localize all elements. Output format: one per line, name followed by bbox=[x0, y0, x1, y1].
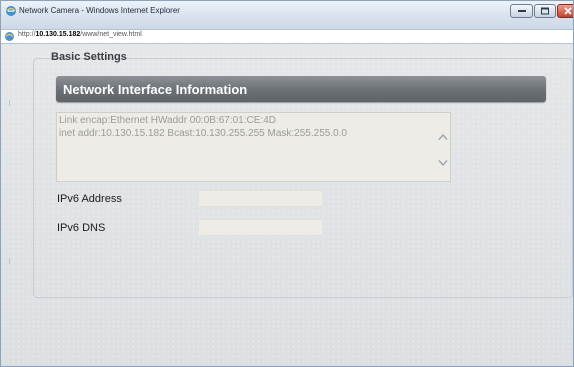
window-title: Network Camera - Windows Internet Explor… bbox=[19, 6, 180, 15]
browser-window: Network Camera - Windows Internet Explor… bbox=[0, 0, 574, 367]
maximize-button[interactable] bbox=[534, 4, 556, 18]
chevron-up-icon[interactable] bbox=[438, 133, 448, 141]
address-bar[interactable]: http://10.130.15.182/www/net_view.html bbox=[1, 29, 573, 44]
ipv6-dns-field[interactable] bbox=[198, 219, 323, 236]
section-header: Network Interface Information bbox=[56, 76, 546, 102]
ipv6-dns-label: IPv6 DNS bbox=[57, 222, 106, 234]
url-path: /www/net_view.html bbox=[80, 31, 142, 38]
basic-settings-legend: Basic Settings bbox=[51, 51, 127, 63]
ie-icon bbox=[6, 6, 16, 16]
chevron-down-icon[interactable] bbox=[438, 159, 448, 167]
info-line-link: Link encap:Ethernet HWaddr 00:0B:67:01:C… bbox=[59, 115, 276, 126]
title-bar[interactable]: Network Camera - Windows Internet Explor… bbox=[1, 1, 573, 29]
page-content: Basic Settings Network Interface Informa… bbox=[1, 44, 573, 366]
address-url[interactable]: http://10.130.15.182/www/net_view.html bbox=[18, 31, 142, 38]
url-host: 10.130.15.182 bbox=[35, 31, 81, 38]
maximize-icon bbox=[541, 7, 549, 15]
ipv6-address-label: IPv6 Address bbox=[57, 193, 122, 205]
minimize-icon bbox=[517, 10, 526, 12]
network-info-textarea[interactable]: Link encap:Ethernet HWaddr 00:0B:67:01:C… bbox=[56, 112, 451, 182]
section-title: Network Interface Information bbox=[63, 82, 248, 97]
info-line-inet: inet addr:10.130.15.182 Bcast:10.130.255… bbox=[59, 128, 347, 139]
edge-mark bbox=[9, 100, 10, 106]
edge-mark bbox=[9, 258, 10, 264]
ipv6-address-field[interactable] bbox=[198, 190, 323, 207]
minimize-button[interactable] bbox=[510, 4, 533, 18]
page-icon bbox=[5, 32, 14, 41]
url-prefix: http:// bbox=[18, 31, 36, 38]
close-button[interactable] bbox=[557, 4, 573, 18]
close-icon bbox=[564, 7, 572, 15]
